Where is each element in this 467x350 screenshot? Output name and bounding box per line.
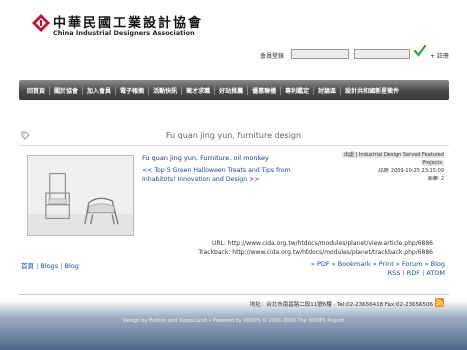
nav-newsletter[interactable]: 電子報摘 [116, 85, 150, 95]
trackback-label: Trackback: [198, 249, 231, 256]
breadcrumb-separator: | [36, 262, 39, 270]
feed-links: RSS | RDF | ATOM [388, 269, 445, 277]
nav-about[interactable]: 關於協會 [50, 85, 84, 95]
breadcrumb-blog[interactable]: Blog [64, 262, 78, 270]
breadcrumb-blogs[interactable]: Blogs [40, 262, 58, 270]
register-link[interactable]: + 註冊 [430, 51, 449, 60]
username-input[interactable] [291, 49, 349, 59]
nav-home[interactable]: 回首頁 [23, 85, 51, 95]
footer-credits: Design by Edition and XoopsLand • Powere… [122, 318, 345, 324]
article-prev-next-links[interactable]: << Top 5 Green Halloween Treats and Tips… [142, 166, 317, 184]
checkmark-submit-icon[interactable] [413, 44, 427, 58]
atom-link[interactable]: ATOM [426, 269, 445, 277]
nav-forum[interactable]: 討論區 [314, 85, 342, 95]
footer-divider [19, 294, 449, 295]
nav-links[interactable]: 好站推薦 [215, 85, 249, 95]
url-label: URL: [211, 240, 226, 247]
forum-link[interactable]: » Forum [396, 260, 423, 268]
blog-link[interactable]: » Blog [425, 260, 445, 268]
meta-source-link[interactable]: Industrial Design Served Featured Projec… [359, 152, 444, 166]
meta-hits-row: 點擊: 2 [319, 175, 444, 183]
pdf-link[interactable]: » PDF [311, 260, 330, 268]
nav-events[interactable]: 活動快訊 [149, 85, 183, 95]
nav-patent[interactable]: 專利鑑定 [281, 85, 315, 95]
contact-address: 地址：台北市南昌路二段11號6樓 ‧ Tel:02-23656418 Fax:0… [249, 302, 433, 308]
page-title: Fu quan jing yun, furniture design [165, 131, 302, 140]
rss-icon[interactable] [435, 298, 444, 307]
trackback-row: Trackback: http://www.cida.org.tw/htdocs… [198, 249, 433, 256]
breadcrumb-home[interactable]: 首頁 [21, 262, 34, 270]
furniture-photo[interactable] [27, 155, 134, 236]
meta-hits-value: 2 [440, 176, 444, 182]
password-input[interactable] [354, 49, 410, 59]
nav-offers[interactable]: 優惠聯播 [248, 85, 282, 95]
meta-source-label: 出處 | [344, 152, 358, 158]
feed-separator: | [402, 269, 405, 277]
trackback-value[interactable]: http://www.cida.org.tw/htdocs/modules/pl… [232, 249, 433, 256]
rss-link[interactable]: RSS [388, 269, 401, 277]
print-link[interactable]: » Print [373, 260, 394, 268]
title-divider [19, 145, 449, 146]
article-meta: 出處 | Industrial Design Served Featured P… [319, 151, 444, 183]
meta-source-row: 出處 | Industrial Design Served Featured P… [319, 151, 444, 167]
bookmark-link[interactable]: » Bookmark [332, 260, 371, 268]
feed-separator: | [422, 269, 425, 277]
meta-hits-label: 點擊: [427, 176, 440, 182]
breadcrumb: 首頁 | Blogs | Blog [21, 260, 79, 270]
login-label: 會員登錄 [260, 53, 285, 60]
permalink-row: URL: http://www.cida.org.tw/htdocs/modul… [212, 240, 433, 247]
nav-jobs[interactable]: 徵才求職 [182, 85, 216, 95]
rdf-link[interactable]: RDF [407, 269, 420, 277]
page: 中華民國工業設計協會 China Industrial Designers As… [0, 0, 467, 350]
article-actions: » PDF » Bookmark » Print » Forum » Blog [311, 260, 445, 268]
meta-date-value: 2009-10-25 23:15:09 [390, 168, 444, 174]
breadcrumb-separator: | [60, 262, 63, 270]
nav-design-republic[interactable]: 設計共和國新星徵件 [341, 86, 403, 95]
nav-join[interactable]: 加入會員 [83, 85, 117, 95]
url-value[interactable]: http://www.cida.org.tw/htdocs/modules/pl… [228, 240, 433, 247]
meta-date-label: 日期: [377, 168, 390, 174]
article-headline[interactable]: Fu quan jing yun, Furniture, oil monkey [142, 154, 269, 162]
cida-logo-icon [32, 14, 50, 32]
main-nav: 回首頁 關於協會 加入會員 電子報摘 活動快訊 徵才求職 好站推薦 優惠聯播 專… [19, 80, 449, 100]
logo-english-name[interactable]: China Industrial Designers Association [53, 29, 195, 37]
meta-date-row: 日期: 2009-10-25 23:15:09 [319, 167, 444, 175]
